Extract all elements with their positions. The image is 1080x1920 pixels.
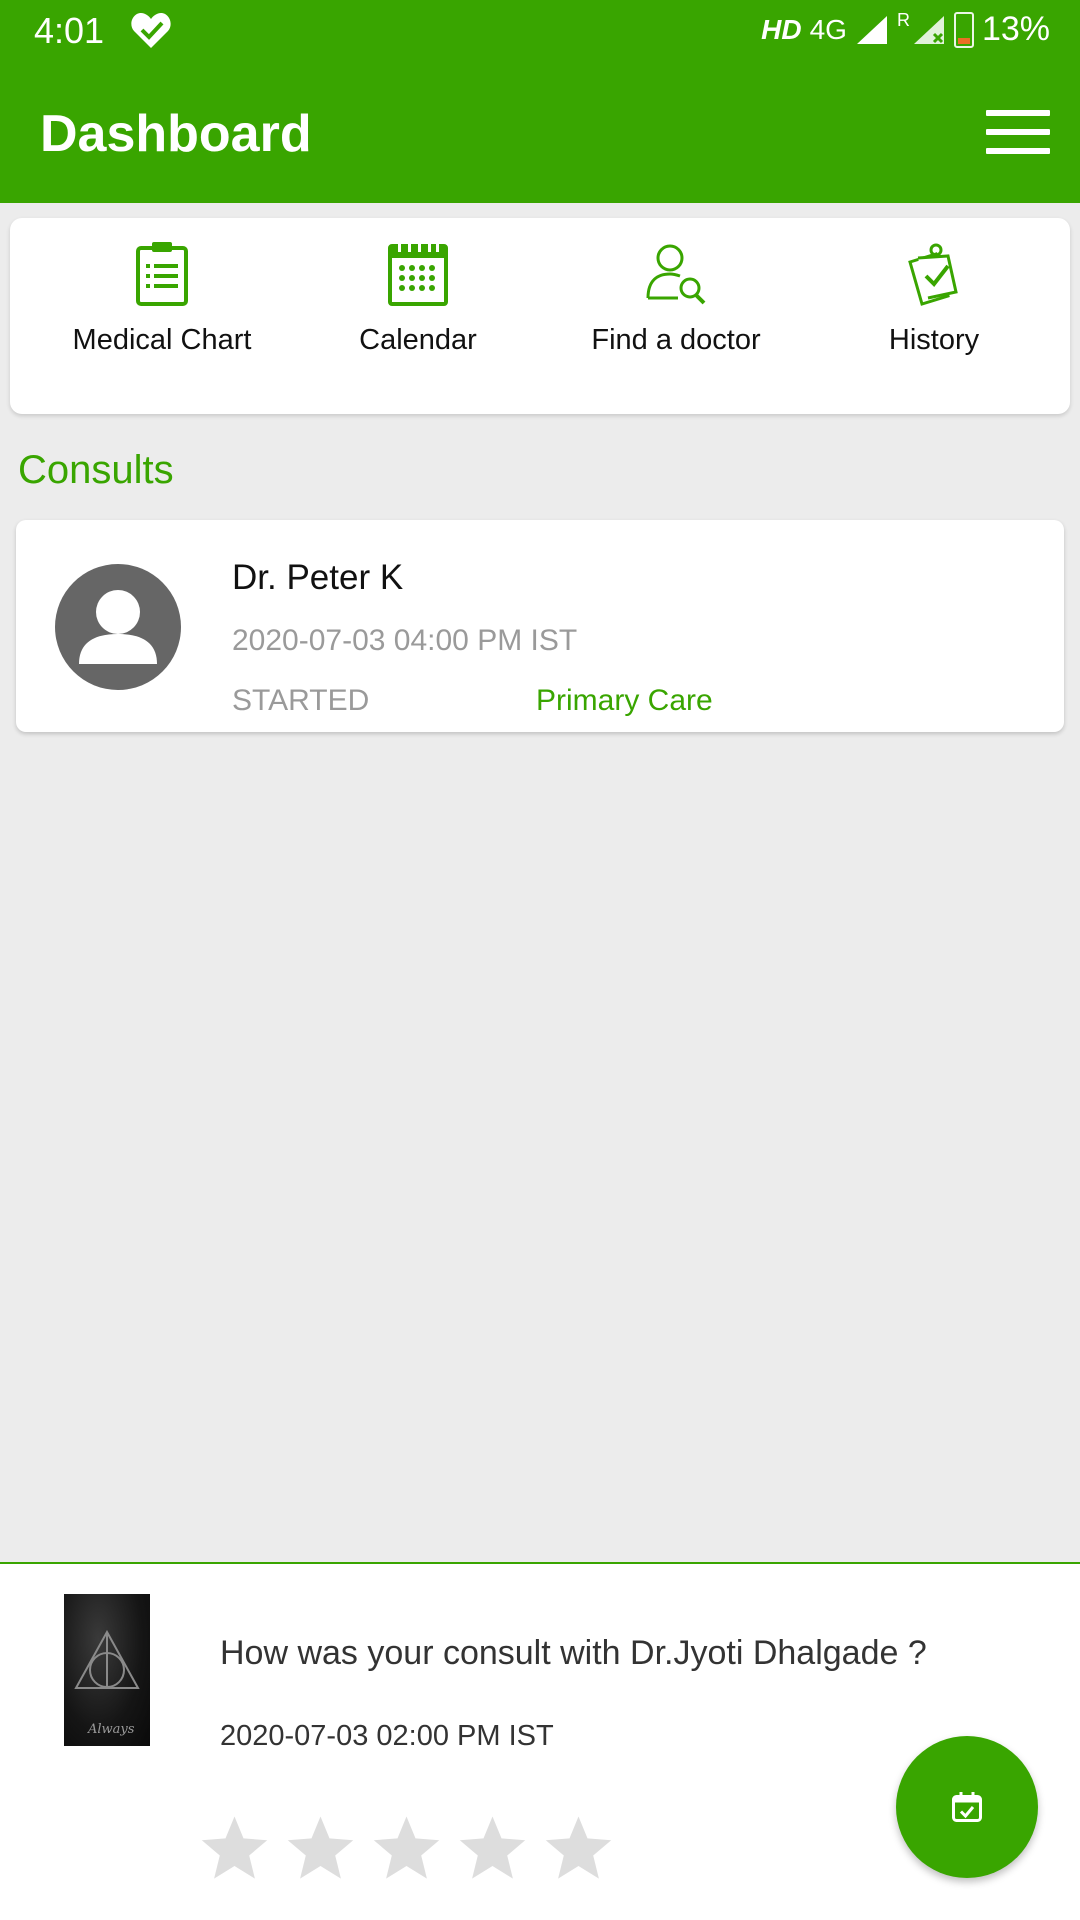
star-icon[interactable] — [370, 1812, 443, 1884]
rating-datetime: 2020-07-03 02:00 PM IST — [220, 1720, 554, 1752]
medical-chart-button[interactable]: Medical Chart — [42, 240, 282, 400]
hamburger-menu-icon[interactable] — [986, 110, 1050, 154]
calendar-icon — [388, 242, 448, 306]
battery-percent: 13% — [981, 10, 1050, 48]
rating-sheet: Always How was your consult with Dr.Jyot… — [0, 1562, 1080, 1920]
calendar-label: Calendar — [359, 324, 477, 356]
heart-check-icon — [131, 13, 171, 48]
star-icon[interactable] — [456, 1812, 529, 1884]
app-header: 4:01 HD 4G R 13% Dashboard — [0, 0, 1080, 203]
signal-roaming-icon — [913, 15, 944, 44]
status-indicators: HD 4G R 13% — [761, 10, 1050, 49]
network-type: 4G — [809, 13, 847, 45]
doctor-name: Dr. Peter K — [232, 558, 404, 597]
thumbnail-signature: Always — [88, 1722, 135, 1737]
roaming-indicator: R — [896, 10, 910, 30]
find-doctor-button[interactable]: Find a doctor — [556, 240, 796, 400]
battery-icon — [953, 11, 974, 48]
history-check-icon — [908, 243, 958, 306]
hd-indicator: HD — [761, 13, 802, 45]
history-button[interactable]: History — [814, 240, 1054, 400]
rating-question: How was your consult with Dr.Jyoti Dhalg… — [220, 1634, 927, 1672]
consults-heading: Consults — [18, 448, 174, 492]
find-doctor-label: Find a doctor — [591, 324, 761, 356]
star-rating — [198, 1812, 615, 1884]
signal-icon — [856, 15, 887, 44]
consult-card[interactable]: Dr. Peter K 2020-07-03 04:00 PM IST STAR… — [16, 520, 1064, 732]
consult-specialty: Primary Care — [536, 684, 713, 717]
person-avatar-icon — [55, 564, 181, 690]
consult-status: STARTED — [232, 684, 370, 717]
clipboard-icon — [136, 242, 188, 306]
deathly-hallows-icon — [74, 1630, 140, 1689]
quick-actions-card: Medical Chart Calendar Find a doctor His… — [10, 218, 1070, 414]
schedule-fab-button[interactable] — [896, 1736, 1038, 1878]
doctor-search-icon — [646, 244, 706, 305]
star-icon[interactable] — [542, 1812, 615, 1884]
status-bar: 4:01 HD 4G R 13% — [0, 0, 1080, 64]
calendar-button[interactable]: Calendar — [298, 240, 538, 400]
calendar-check-icon — [952, 1792, 982, 1822]
page-title: Dashboard — [40, 105, 312, 163]
history-label: History — [888, 324, 980, 356]
consult-thumbnail: Always — [64, 1594, 150, 1746]
medical-chart-label: Medical Chart — [72, 324, 252, 356]
star-icon[interactable] — [284, 1812, 357, 1884]
consult-datetime: 2020-07-03 04:00 PM IST — [232, 624, 578, 657]
status-time: 4:01 — [34, 10, 105, 51]
star-icon[interactable] — [198, 1812, 271, 1884]
